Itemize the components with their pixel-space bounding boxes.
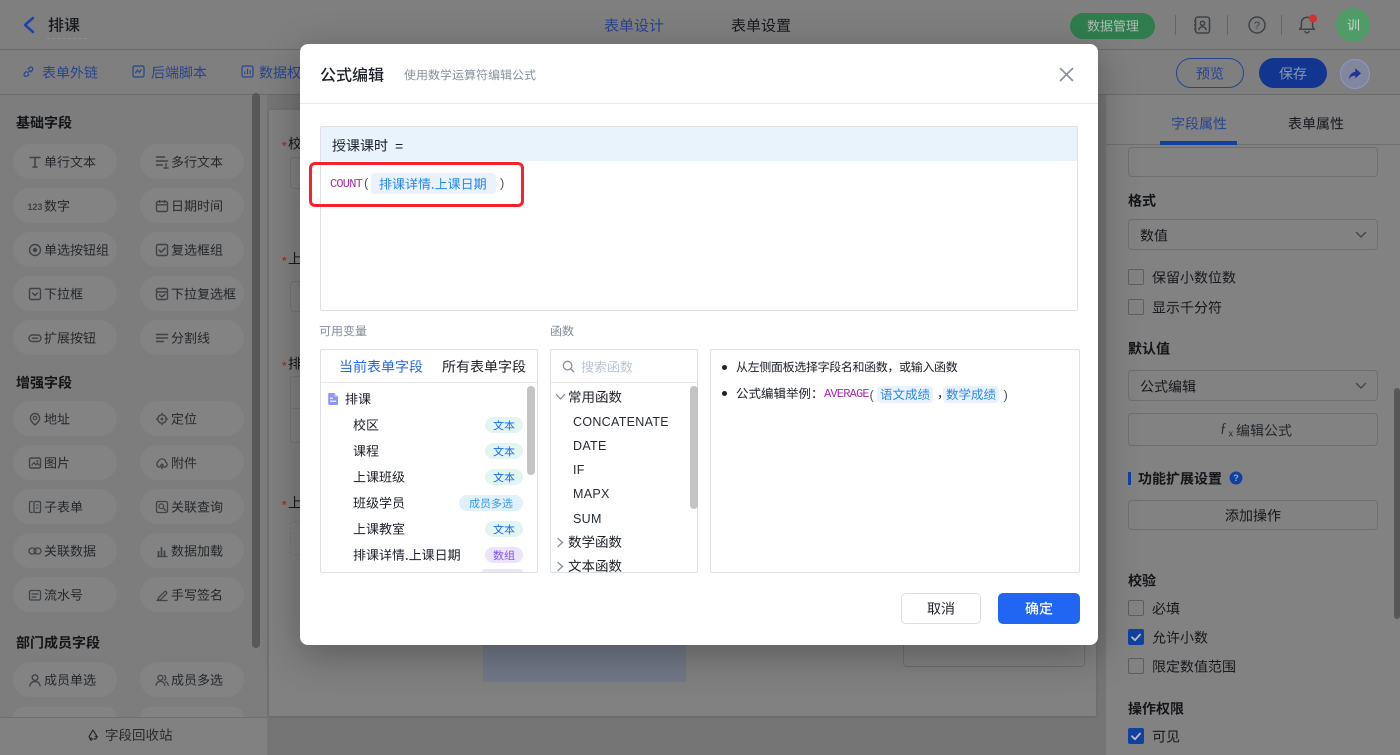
svg-text:123: 123	[28, 202, 42, 212]
svg-text:?: ?	[1233, 473, 1239, 483]
svg-text:?: ?	[1254, 20, 1260, 32]
